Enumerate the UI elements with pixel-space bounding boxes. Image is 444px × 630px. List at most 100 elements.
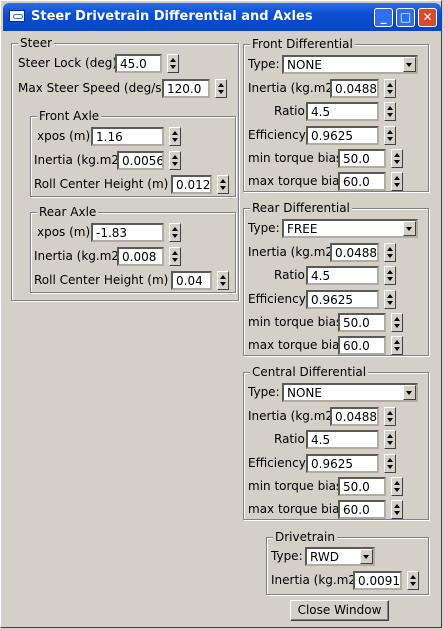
front-diff-inertia-field[interactable]: 0.0488: [330, 79, 379, 98]
rear-axle-xpos-label: xpos (m): [37, 225, 91, 239]
drivetrain-inertia-field[interactable]: 0.0091: [353, 571, 402, 590]
front-axle-rch-spinner[interactable]: [217, 175, 229, 194]
rear-diff-ratio-spinner[interactable]: [384, 266, 396, 285]
max-steer-speed-label: Max Steer Speed (deg/s): [18, 81, 167, 95]
rear-axle-inertia-spinner[interactable]: [169, 247, 181, 266]
rear-diff-inertia-field[interactable]: 0.0488: [330, 243, 379, 262]
front-diff-min-spinner[interactable]: [391, 149, 403, 168]
app-icon: [9, 10, 25, 22]
central-diff-inertia-field[interactable]: 0.0488: [330, 407, 379, 426]
front-axle-rch-label: Roll Center Height (m): [34, 177, 169, 191]
front-diff-legend: Front Differential: [250, 37, 355, 51]
front-axle-inertia-spinner[interactable]: [169, 151, 181, 170]
close-window-button[interactable]: Close Window: [290, 600, 389, 621]
drivetrain-type-value: RWD: [310, 550, 339, 564]
front-diff-inertia-label: Inertia (kg.m2): [248, 81, 338, 95]
drivetrain-inertia-spinner[interactable]: [407, 571, 419, 590]
front-axle-group: Front Axle xpos (m) 1.16 Inertia (kg.m2)…: [30, 109, 236, 197]
chevron-down-icon[interactable]: [360, 549, 373, 564]
rear-axle-inertia-field[interactable]: 0.008: [117, 247, 164, 266]
rear-diff-min-field[interactable]: 50.0: [338, 313, 386, 332]
central-diff-type-select[interactable]: NONE: [282, 383, 418, 402]
rear-diff-group: Rear Differential Type: FREE Inertia (kg…: [243, 201, 429, 356]
front-axle-rch-field[interactable]: 0.012: [171, 175, 212, 194]
steer-group: Steer Steer Lock (deg) 45.0 Max Steer Sp…: [11, 36, 239, 301]
front-diff-eff-label: Efficiency: [248, 128, 306, 142]
central-diff-eff-spinner[interactable]: [384, 454, 396, 473]
central-diff-ratio-label: Ratio: [274, 432, 305, 446]
rear-diff-min-spinner[interactable]: [391, 313, 403, 332]
front-diff-max-field[interactable]: 60.0: [338, 172, 386, 191]
steer-legend: Steer: [18, 36, 55, 50]
central-diff-group: Central Differential Type: NONE Inertia …: [243, 365, 429, 520]
rear-axle-inertia-label: Inertia (kg.m2): [34, 249, 124, 263]
front-axle-legend: Front Axle: [37, 109, 102, 123]
front-diff-max-spinner[interactable]: [391, 172, 403, 191]
front-axle-xpos-field[interactable]: 1.16: [91, 127, 164, 146]
rear-axle-rch-field[interactable]: 0.04: [171, 271, 212, 290]
rear-axle-xpos-spinner[interactable]: [169, 223, 181, 242]
steer-lock-label: Steer Lock (deg): [18, 56, 117, 70]
central-diff-max-spinner[interactable]: [391, 500, 403, 519]
front-diff-min-field[interactable]: 50.0: [338, 149, 386, 168]
rear-diff-inertia-spinner[interactable]: [384, 243, 396, 262]
front-diff-ratio-spinner[interactable]: [384, 102, 396, 121]
drivetrain-type-select[interactable]: RWD: [305, 547, 375, 566]
steer-lock-field[interactable]: 45.0: [115, 54, 162, 73]
rear-diff-max-label: max torque bias: [248, 338, 346, 352]
rear-diff-eff-label: Efficiency: [248, 292, 306, 306]
central-diff-min-field[interactable]: 50.0: [338, 477, 386, 496]
central-diff-ratio-field[interactable]: 4.5: [306, 430, 379, 449]
front-diff-max-label: max torque bias: [248, 174, 346, 188]
rear-axle-xpos-field[interactable]: -1.83: [91, 223, 164, 242]
central-diff-eff-field[interactable]: 0.9625: [306, 454, 379, 473]
rear-diff-legend: Rear Differential: [250, 201, 352, 215]
central-diff-min-label: min torque bias: [248, 479, 343, 493]
front-diff-type-label: Type:: [248, 57, 280, 71]
central-diff-ratio-spinner[interactable]: [384, 430, 396, 449]
rear-diff-min-label: min torque bias: [248, 315, 343, 329]
minimize-button[interactable]: _: [374, 8, 393, 27]
central-diff-eff-label: Efficiency: [248, 456, 306, 470]
front-diff-type-select[interactable]: NONE: [282, 55, 418, 74]
rear-diff-type-value: FREE: [287, 222, 318, 236]
central-diff-max-field[interactable]: 60.0: [338, 500, 386, 519]
chevron-down-icon[interactable]: [403, 385, 416, 400]
rear-diff-ratio-field[interactable]: 4.5: [306, 266, 379, 285]
steer-lock-spinner[interactable]: [167, 54, 179, 73]
front-diff-eff-field[interactable]: 0.9625: [306, 126, 379, 145]
central-diff-min-spinner[interactable]: [391, 477, 403, 496]
central-diff-max-label: max torque bias: [248, 502, 346, 516]
rear-diff-max-field[interactable]: 60.0: [338, 336, 386, 355]
rear-axle-legend: Rear Axle: [37, 205, 99, 219]
front-axle-inertia-label: Inertia (kg.m2): [34, 153, 124, 167]
rear-diff-eff-spinner[interactable]: [384, 290, 396, 309]
rear-axle-rch-spinner[interactable]: [217, 271, 229, 290]
rear-diff-inertia-label: Inertia (kg.m2): [248, 245, 338, 259]
front-axle-xpos-label: xpos (m): [37, 129, 91, 143]
drivetrain-group: Drivetrain Type: RWD Inertia (kg.m2) 0.0…: [266, 530, 429, 595]
max-steer-speed-spinner[interactable]: [215, 79, 227, 98]
front-axle-inertia-field[interactable]: 0.0056: [117, 151, 164, 170]
front-axle-xpos-spinner[interactable]: [169, 127, 181, 146]
chevron-down-icon[interactable]: [403, 221, 416, 236]
rear-diff-ratio-label: Ratio: [274, 268, 305, 282]
rear-diff-eff-field[interactable]: 0.9625: [306, 290, 379, 309]
front-diff-group: Front Differential Type: NONE Inertia (k…: [243, 37, 429, 192]
drivetrain-legend: Drivetrain: [273, 530, 337, 544]
close-icon-button[interactable]: ✕: [418, 8, 437, 27]
title-bar[interactable]: Steer Drivetrain Differential and Axles …: [3, 3, 441, 31]
rear-diff-type-select[interactable]: FREE: [282, 219, 418, 238]
front-diff-min-label: min torque bias: [248, 151, 343, 165]
max-steer-speed-field[interactable]: 120.0: [162, 79, 210, 98]
central-diff-inertia-spinner[interactable]: [384, 407, 396, 426]
chevron-down-icon[interactable]: [403, 57, 416, 72]
central-diff-type-value: NONE: [287, 386, 322, 400]
front-diff-ratio-field[interactable]: 4.5: [306, 102, 379, 121]
front-diff-inertia-spinner[interactable]: [384, 79, 396, 98]
maximize-button[interactable]: □: [396, 8, 415, 27]
rear-axle-group: Rear Axle xpos (m) -1.83 Inertia (kg.m2)…: [30, 205, 236, 293]
front-diff-eff-spinner[interactable]: [384, 126, 396, 145]
rear-diff-type-label: Type:: [248, 221, 280, 235]
rear-diff-max-spinner[interactable]: [391, 336, 403, 355]
